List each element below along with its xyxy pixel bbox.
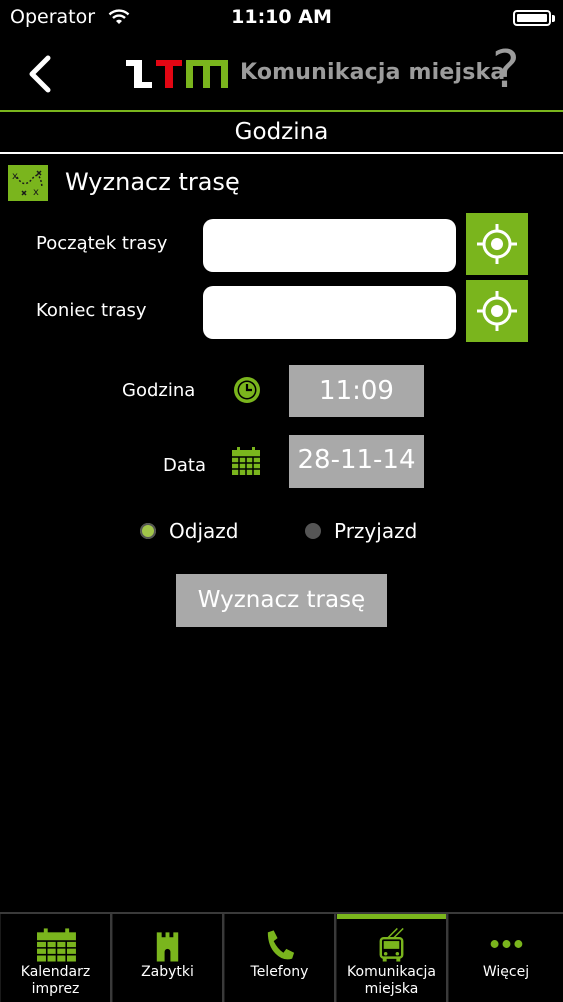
active-tab-indicator bbox=[337, 914, 446, 919]
tab-label: Telefony bbox=[250, 964, 309, 980]
time-picker[interactable]: 11:09 bbox=[289, 365, 424, 417]
end-locate-button[interactable] bbox=[466, 280, 528, 342]
svg-text:x: x bbox=[12, 171, 18, 182]
battery-icon bbox=[513, 10, 555, 26]
end-label: Koniec trasy bbox=[36, 300, 147, 321]
brand-title: Komunikacja miejska bbox=[240, 60, 506, 85]
tab-more[interactable]: Więcej bbox=[448, 914, 563, 1002]
find-route-button[interactable]: Wyznacz trasę bbox=[176, 574, 387, 627]
tab-bar: Kalendarz imprez Zabytki Telefony Komuni… bbox=[0, 912, 563, 1002]
date-label: Data bbox=[163, 455, 206, 476]
locate-icon bbox=[477, 291, 517, 331]
ltm-logo bbox=[126, 60, 228, 88]
status-time: 11:10 AM bbox=[231, 6, 332, 28]
date-picker[interactable]: 28-11-14 bbox=[289, 435, 424, 488]
locate-icon bbox=[477, 224, 517, 264]
radio-departure-label[interactable]: Odjazd bbox=[169, 519, 238, 543]
tab-label: Komunikacja miejska bbox=[347, 964, 436, 997]
tab-label: Zabytki bbox=[141, 964, 194, 980]
calendar-icon bbox=[232, 447, 260, 475]
tab-phones[interactable]: Telefony bbox=[224, 914, 336, 1002]
time-label: Godzina bbox=[122, 380, 196, 401]
nav-bar: Komunikacja miejska ? bbox=[0, 38, 563, 110]
status-bar: Operator 11:10 AM bbox=[0, 0, 563, 38]
tab-label: Więcej bbox=[482, 964, 530, 980]
castle-icon bbox=[156, 932, 179, 962]
back-chevron-icon[interactable] bbox=[22, 54, 58, 94]
radio-arrival-label[interactable]: Przyjazd bbox=[334, 519, 417, 543]
start-label: Początek trasy bbox=[36, 233, 168, 254]
page-title: Godzina bbox=[234, 119, 329, 145]
start-locate-button[interactable] bbox=[466, 213, 528, 275]
clock-icon bbox=[234, 377, 260, 403]
help-button[interactable]: ? bbox=[492, 44, 520, 96]
tab-label: Kalendarz imprez bbox=[20, 964, 91, 997]
radio-arrival[interactable] bbox=[305, 523, 321, 539]
route-map-icon: x x bbox=[8, 165, 48, 201]
start-input[interactable] bbox=[203, 219, 456, 272]
svg-text:x: x bbox=[33, 187, 39, 198]
trolleybus-icon bbox=[379, 927, 404, 962]
calendar-icon bbox=[37, 928, 76, 962]
tab-public-transport[interactable]: Komunikacja miejska bbox=[336, 914, 448, 1002]
section-title: Wyznacz trasę bbox=[65, 168, 240, 196]
end-input[interactable] bbox=[203, 286, 456, 339]
title-divider bbox=[0, 152, 563, 154]
more-dots-icon bbox=[490, 940, 523, 948]
radio-departure[interactable] bbox=[140, 523, 156, 539]
tab-events-calendar[interactable]: Kalendarz imprez bbox=[0, 914, 112, 1002]
phone-icon bbox=[267, 930, 295, 960]
tab-monuments[interactable]: Zabytki bbox=[112, 914, 224, 1002]
